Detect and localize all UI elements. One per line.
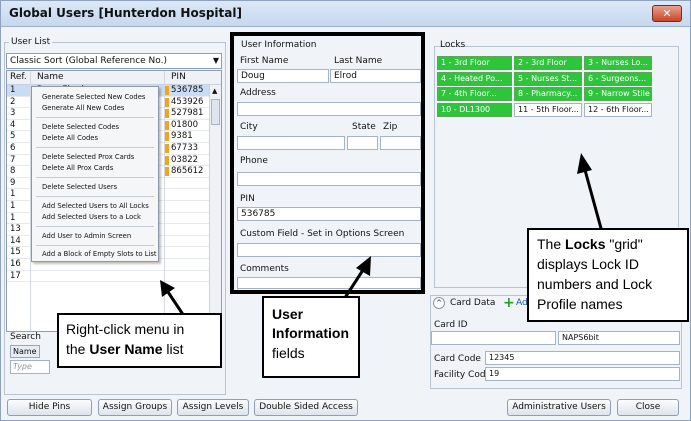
callout-line: fields — [272, 345, 305, 361]
callout-line: The Locks "grid" — [537, 236, 643, 252]
callout-line: numbers and Lock — [537, 276, 653, 292]
user-info-callout: User Information fields — [262, 296, 360, 378]
callout-line: the User Name list — [66, 341, 184, 357]
callout-line: displays Lock ID — [537, 256, 639, 272]
callout-line: User — [272, 306, 304, 322]
callout-line: Right-click menu in — [66, 321, 185, 337]
locks-arrow — [577, 153, 604, 233]
callout-line: Information — [272, 325, 349, 341]
callout-line: Profile names — [537, 296, 623, 312]
context-menu-callout: Right-click menu in the User Name list — [57, 313, 222, 368]
locks-callout: The Locks "grid" displays Lock ID number… — [527, 228, 689, 322]
